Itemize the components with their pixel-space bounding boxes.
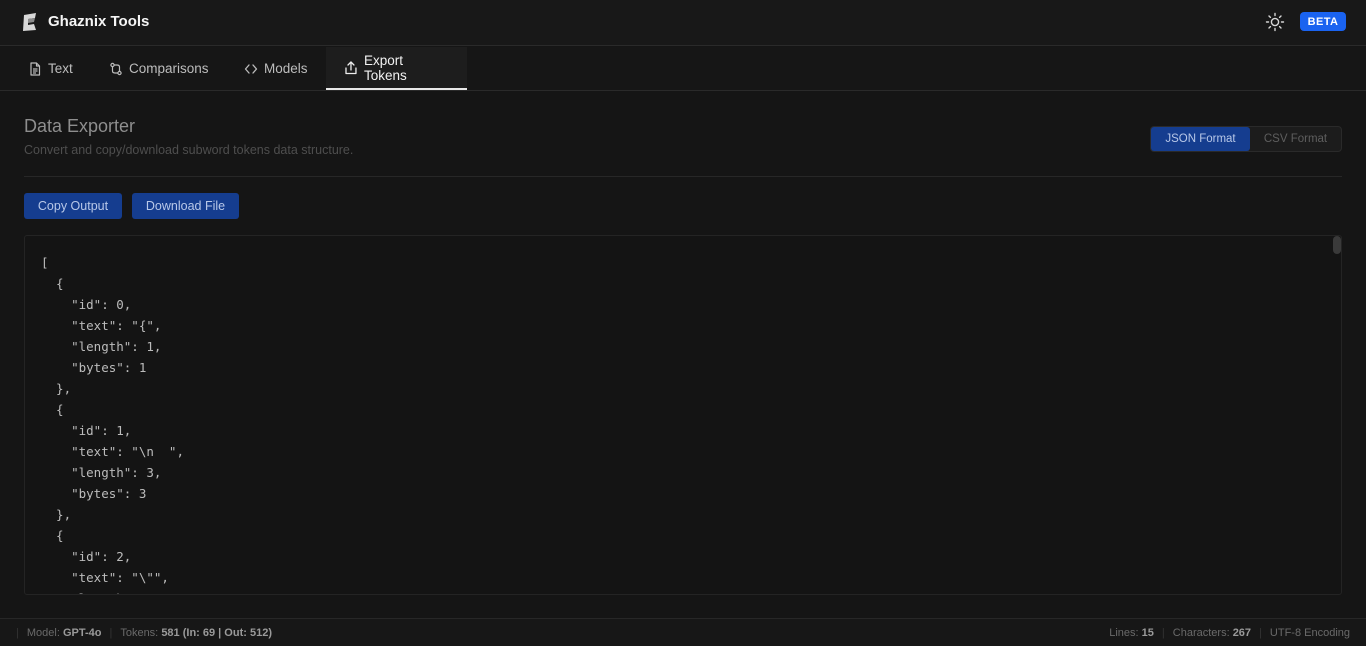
- copy-output-button[interactable]: Copy Output: [24, 193, 122, 219]
- code-line: "bytes": 3: [41, 486, 147, 501]
- code-line: "id": 2,: [41, 549, 132, 564]
- divider: [24, 176, 1342, 177]
- code-line: {: [41, 276, 64, 291]
- json-format-button[interactable]: JSON Format: [1151, 127, 1250, 151]
- tab-text[interactable]: Text: [18, 47, 83, 90]
- code-line: {: [41, 402, 64, 417]
- tab-export-tokens[interactable]: Export Tokens: [326, 47, 467, 90]
- csv-format-button[interactable]: CSV Format: [1250, 127, 1341, 151]
- app-title: Ghaznix Tools: [48, 13, 150, 30]
- code-line: "text": "\n ",: [41, 444, 184, 459]
- code-line: [: [41, 255, 49, 270]
- tab-comparisons[interactable]: Comparisons: [99, 47, 219, 90]
- characters-status: Characters: 267: [1172, 627, 1252, 639]
- code-line: "id": 1,: [41, 423, 132, 438]
- page-title: Data Exporter: [24, 116, 136, 136]
- beta-badge: BETA: [1300, 12, 1346, 31]
- code-line: "text": "{",: [41, 318, 162, 333]
- status-bar: | Model: GPT-4o | Tokens: 581 (In: 69 | …: [0, 618, 1366, 646]
- code-line: "text": "\"",: [41, 570, 169, 585]
- output-code: [ { "id": 0, "text": "{", "length": 1, "…: [41, 252, 184, 594]
- tab-label: Comparisons: [129, 61, 209, 76]
- tokens-value: 581 (In: 69 | Out: 512): [161, 627, 272, 639]
- page-subtitle: Convert and copy/download subword tokens…: [24, 143, 354, 157]
- code-line: "length": 1,: [41, 588, 184, 594]
- sun-icon[interactable]: [1265, 12, 1285, 32]
- document-icon: [30, 61, 41, 76]
- lines-status: Lines: 15: [1109, 627, 1154, 639]
- lines-value: 15: [1141, 627, 1154, 639]
- model-value: GPT-4o: [62, 627, 102, 639]
- logo-icon: [23, 13, 36, 31]
- code-line: {: [41, 528, 64, 543]
- tab-label: Text: [48, 61, 73, 76]
- export-icon: [345, 60, 357, 74]
- output-panel[interactable]: [ { "id": 0, "text": "{", "length": 1, "…: [24, 235, 1342, 595]
- tab-bar: Text Comparisons Models Export Tokens: [0, 47, 1366, 91]
- tab-models[interactable]: Models: [234, 47, 318, 90]
- tab-label: Export Tokens: [363, 52, 407, 83]
- code-line: },: [41, 507, 72, 522]
- code-line: "id": 0,: [41, 297, 132, 312]
- code-line: "length": 1,: [41, 339, 162, 354]
- tokens-status: Tokens: 581 (In: 69 | Out: 512): [120, 627, 272, 639]
- code-line: "length": 3,: [41, 465, 162, 480]
- tab-label: Models: [264, 61, 308, 76]
- format-toggle: JSON Format CSV Format: [1150, 126, 1342, 152]
- scrollbar-thumb[interactable]: [1333, 236, 1341, 254]
- code-icon: [244, 63, 258, 74]
- model-status: Model: GPT-4o: [26, 627, 102, 639]
- code-line: },: [41, 381, 72, 396]
- download-file-button[interactable]: Download File: [132, 193, 239, 219]
- compare-icon: [110, 62, 122, 75]
- encoding-status: UTF-8 Encoding: [1269, 627, 1350, 639]
- characters-value: 267: [1232, 627, 1252, 639]
- code-line: "bytes": 1: [41, 360, 147, 375]
- app-header: Ghaznix Tools BETA: [0, 0, 1366, 46]
